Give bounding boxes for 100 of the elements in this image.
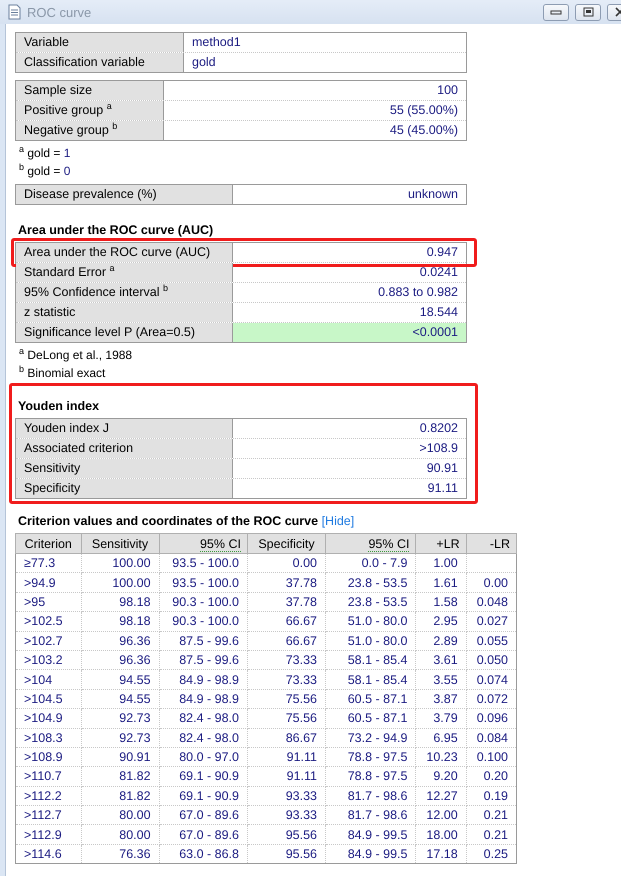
section-heading: Youden index [18,399,100,413]
row-value: method1 [191,34,242,51]
table-cell: >110.7 [16,766,82,786]
row-value: 45 (45.00%) [388,122,459,139]
table-cell: 9.20 [416,766,466,786]
table-cell: 3.61 [416,650,466,670]
table-cell: 81.82 [81,766,160,786]
table-cell: 95.56 [247,824,326,844]
table-cell: 60.5 - 87.1 [325,689,416,709]
table-cell: 18.00 [416,824,466,844]
table-cell: 1.00 [416,554,466,573]
section-heading: Area under the ROC curve (AUC) [18,223,214,237]
column-header: -LR [466,534,516,554]
table-cell: 60.5 - 87.1 [325,708,416,728]
table-cell: 90.3 - 100.0 [159,592,248,612]
table-cell: 93.33 [247,786,326,806]
table-cell: 78.8 - 97.5 [325,747,416,767]
row-value: 91.11 [426,480,459,497]
table-cell: 94.55 [81,689,160,709]
table-cell: >104 [16,670,82,690]
table-cell: 84.9 - 99.5 [325,824,416,844]
row-value: unknown [406,186,459,203]
row-label: Significance level P (Area=0.5) [16,323,233,342]
row-label: z statistic [16,303,233,322]
row-value: 0.947 [426,244,459,261]
table-cell: 12.27 [416,786,466,806]
row-label: Positive group $^{a}$ [16,101,164,120]
table-cell: 91.11 [247,747,326,767]
table-cell: 81.82 [81,786,160,806]
footnote: $^{a}$ DeLong et al., 1988 [18,346,134,364]
table-cell: 23.8 - 53.5 [325,592,416,612]
table-cell: 1.58 [416,592,466,612]
table-cell: >108.9 [16,747,82,767]
table-cell: 67.0 - 89.6 [159,824,248,844]
table-cell: 2.89 [416,631,466,650]
hide-link[interactable]: [Hide] [322,514,354,528]
table-cell: >103.2 [16,650,82,670]
table-cell: >95 [16,592,82,612]
table-cell: >112.7 [16,806,82,825]
table-cell: 69.1 - 90.9 [159,786,248,806]
column-header: Criterion [16,534,82,554]
row-label: Classification variable [16,53,184,72]
table-cell: 80.00 [81,806,160,825]
row-label: Disease prevalence (%) [16,185,233,204]
table-cell: 1.61 [416,572,466,592]
table-cell: >104.9 [16,708,82,728]
row-label: Sample size [16,81,164,100]
row-label: Specificity [16,479,233,498]
minimize-button[interactable] [543,4,569,20]
column-header: Sensitivity [81,534,160,554]
table-cell: 90.3 - 100.0 [159,612,248,632]
table-cell: 93.33 [247,806,326,825]
table-cell: 3.55 [416,670,466,690]
table-cell: 98.18 [81,612,160,632]
row-value: >108.9 [418,440,459,457]
row-value: 100 [436,82,459,99]
column-header: Specificity [247,534,326,554]
table-cell: 73.33 [247,670,326,690]
table-cell: 91.11 [247,766,326,786]
row-label: Sensitivity [16,459,233,478]
row-label: 95% Confidence interval $^{b}$ [16,283,233,302]
table-cell: 75.56 [247,689,326,709]
table-cell: 94.55 [81,670,160,690]
row-value: <0.0001 [233,323,466,342]
table-cell: 78.8 - 97.5 [325,766,416,786]
table-cell: 3.79 [416,708,466,728]
row-label: Negative group $^{b}$ [16,121,164,140]
table-cell: ≥77.3 [16,554,82,573]
table-cell: 81.7 - 98.6 [325,806,416,825]
row-label: Youden index J [16,419,233,438]
table-cell: 80.0 - 97.0 [159,747,248,767]
table-cell: 100.00 [81,554,160,573]
column-header: +LR [416,534,466,554]
table-cell: 0.0 - 7.9 [325,554,416,573]
table-cell: 93.5 - 100.0 [159,554,248,573]
restore-button[interactable] [575,4,601,20]
row-label: Variable [16,33,184,52]
window-title: ROC curve [27,4,92,20]
table-cell: 82.4 - 98.0 [159,708,248,728]
table-cell: 66.67 [247,631,326,650]
row-value: 90.91 [426,460,459,477]
table-cell: 86.67 [247,728,326,748]
table-cell: 37.78 [247,572,326,592]
row-label: Standard Error $^{a}$ [16,263,233,282]
table-cell: 90.91 [81,747,160,767]
document-icon [8,4,21,20]
table-cell: 58.1 - 85.4 [325,650,416,670]
table-cell: 87.5 - 99.6 [159,631,248,650]
table-cell: 10.23 [416,747,466,767]
table-cell: 81.7 - 98.6 [325,786,416,806]
table-cell: 66.67 [247,612,326,632]
table-cell: 75.56 [247,708,326,728]
restore-icon [582,7,594,17]
table-cell: 69.1 - 90.9 [159,766,248,786]
table-cell: 6.95 [416,728,466,748]
table-cell: 82.4 - 98.0 [159,728,248,748]
row-value: 0.883 to 0.982 [377,284,459,301]
footnote: $^{b}$ Binomial exact [18,364,106,382]
table-cell: >102.7 [16,631,82,650]
table-cell: 98.18 [81,592,160,612]
